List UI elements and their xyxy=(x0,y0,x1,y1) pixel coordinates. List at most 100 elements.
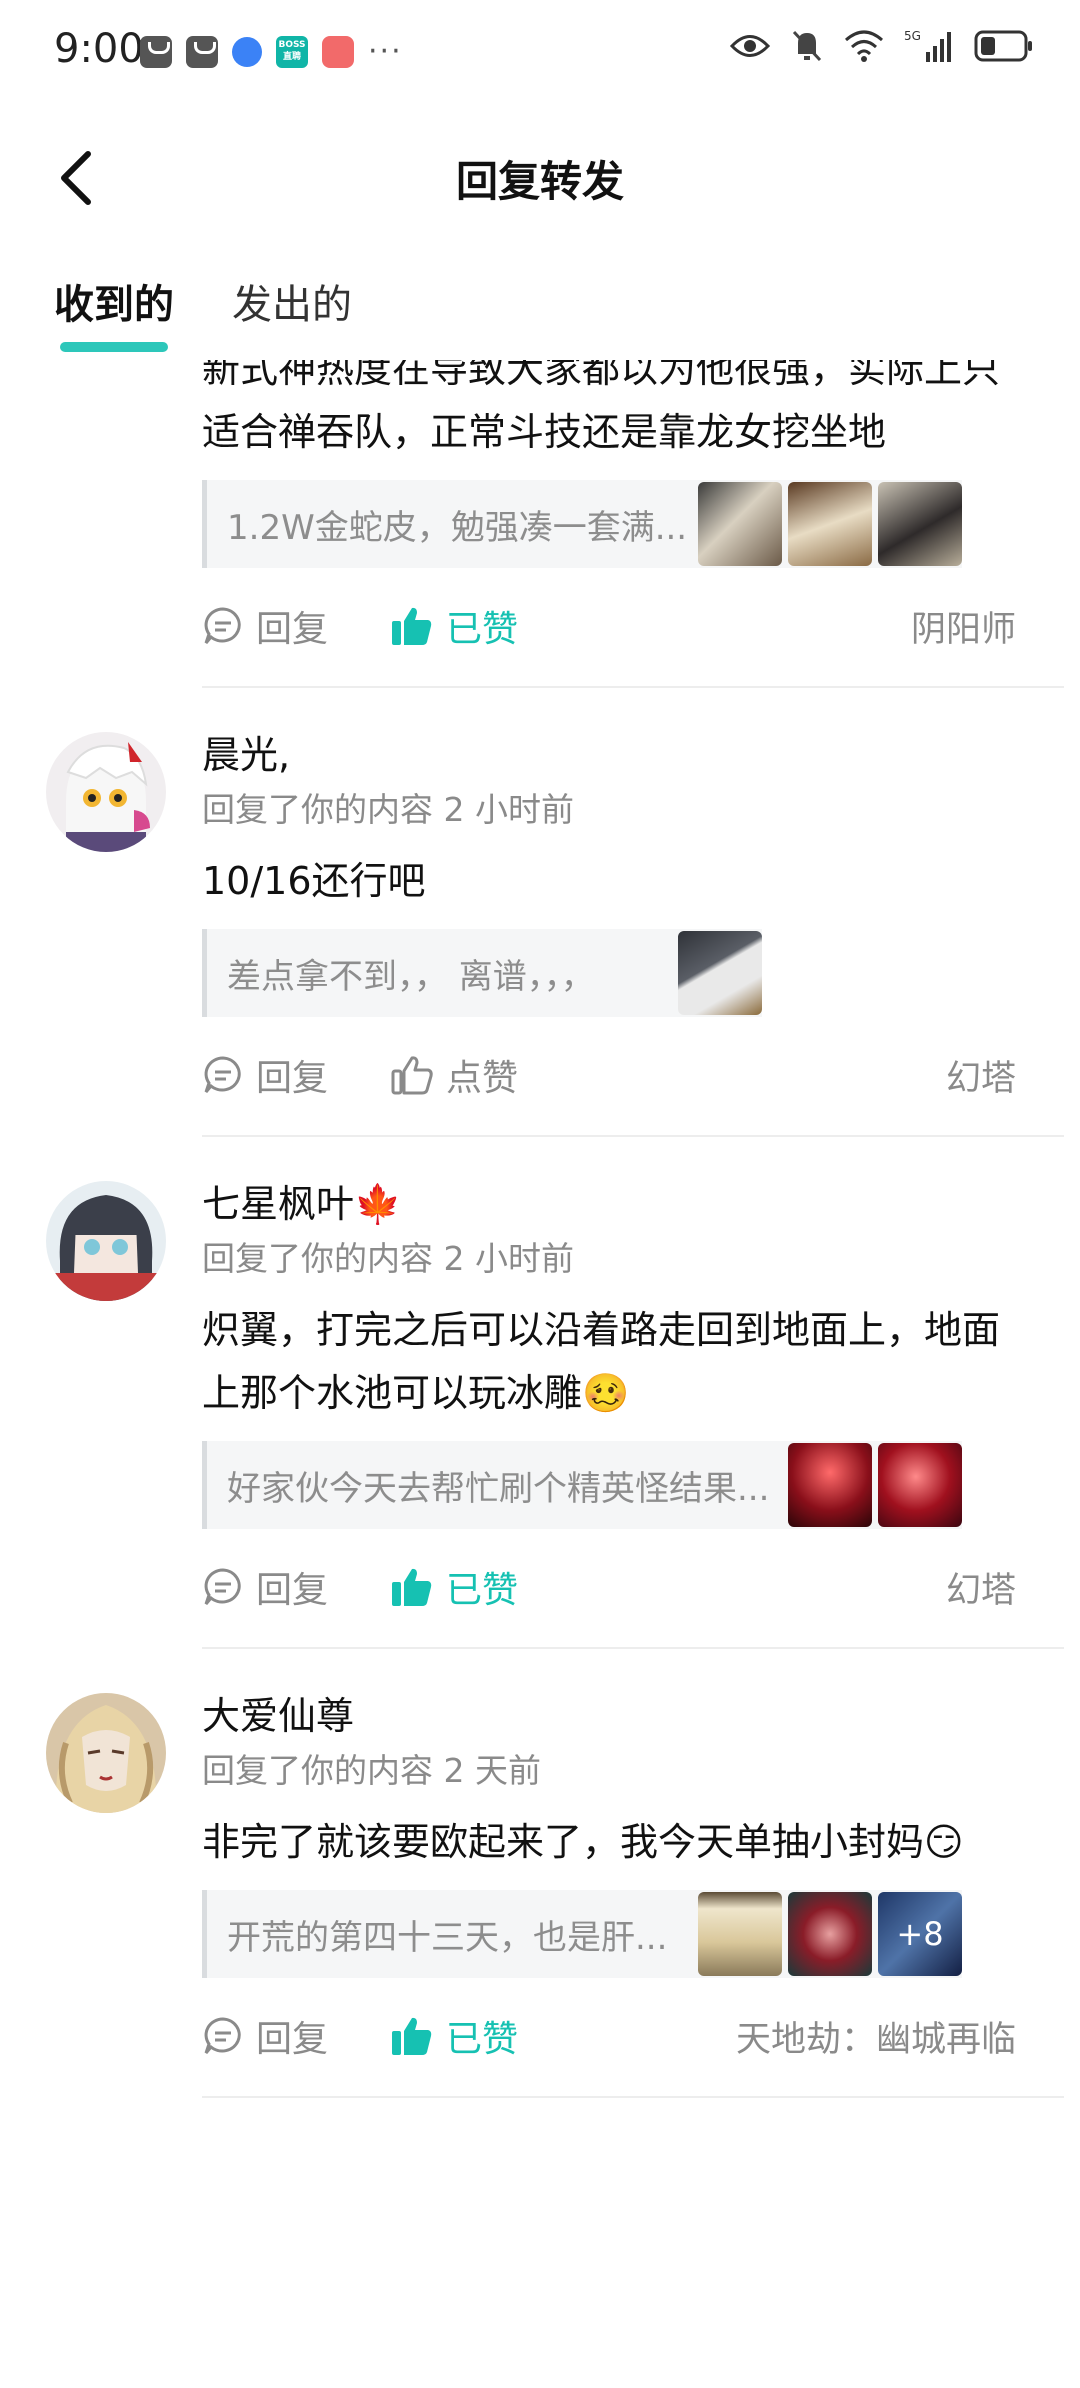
thumbnail-image xyxy=(678,931,762,1015)
username[interactable]: 大爱仙尊 xyxy=(202,1691,1022,1741)
source-tag[interactable]: 幻塔 xyxy=(946,1050,1016,1101)
avatar-image xyxy=(46,1693,166,1813)
reply-label: 回复 xyxy=(256,1058,329,1099)
quoted-post-text: 开荒的第四十三天，也是肝... xyxy=(227,1917,668,1958)
system-icons: 5G xyxy=(730,28,1034,64)
active-tab-indicator xyxy=(60,342,168,352)
like-button[interactable]: 已赞 xyxy=(390,600,518,652)
shopping-bag-icon xyxy=(186,35,218,68)
status-bar: 9:00 BOSS 直聘 ··· 5G xyxy=(0,0,1080,100)
reply-button[interactable]: 回复 xyxy=(202,600,328,652)
reply-label: 回复 xyxy=(256,609,329,650)
reply-actions: 回复 已赞 阴阳师 xyxy=(202,598,1022,654)
like-label: 已赞 xyxy=(446,2019,519,2060)
reply-comment: 非完了就该要欧起来了，我今天单抽小封妈😏 xyxy=(202,1820,964,1864)
thumbnail-image xyxy=(788,1443,872,1527)
tab-received[interactable]: 收到的 xyxy=(54,272,174,352)
thumbnail-image: +8 xyxy=(878,1892,962,1976)
quoted-post-thumbnails xyxy=(788,1443,962,1527)
shopping-app-icon xyxy=(322,35,354,68)
thumbs-up-outline-icon xyxy=(391,1056,433,1095)
reply-item[interactable]: 七星枫叶🍁 回复了你的内容 2 小时前 炽翼，打完之后可以沿着路走回到地面上，地… xyxy=(0,1137,1080,1649)
quoted-post-text: 好家伙今天去帮忙刷个精英怪结果... xyxy=(227,1468,770,1509)
reply-item[interactable]: 晨光, 回复了你的内容 2 小时前 10/16还行吧 差点拿不到，， 离谱，，，… xyxy=(0,688,1080,1137)
reply-list[interactable]: 新式神热度在导致大家都以为他很强，实际上只适合禅吞队，正常斗技还是靠龙女挖坐地 … xyxy=(0,360,1080,2388)
wifi-icon xyxy=(845,30,883,62)
thumbnail-image xyxy=(788,482,872,566)
tab-bar: 收到的 发出的 xyxy=(54,272,352,352)
quoted-post[interactable]: 开荒的第四十三天，也是肝... +8 xyxy=(202,1890,962,1978)
shopping-bag-icon xyxy=(140,35,172,68)
quoted-post-thumbnails: +8 xyxy=(698,1892,962,1976)
reply-actions: 回复 已赞 幻塔 xyxy=(202,1559,1022,1615)
source-tag[interactable]: 阴阳师 xyxy=(911,601,1016,652)
like-button[interactable]: 已赞 xyxy=(390,2010,518,2062)
quoted-post-thumbnails xyxy=(698,482,962,566)
thumbnail-image xyxy=(698,482,782,566)
reply-label: 回复 xyxy=(256,1570,329,1611)
quoted-post[interactable]: 1.2W金蛇皮，勉强凑一套满... xyxy=(202,480,962,568)
network-type-label: 5G xyxy=(904,29,921,43)
reply-meta: 回复了你的内容 2 小时前 xyxy=(202,1239,574,1278)
avatar-image xyxy=(46,732,166,852)
like-label: 已赞 xyxy=(446,609,519,650)
status-time: 9:00 xyxy=(54,26,144,72)
mute-bell-icon xyxy=(792,30,822,62)
reply-item[interactable]: 大爱仙尊 回复了你的内容 2 天前 非完了就该要欧起来了，我今天单抽小封妈😏 开… xyxy=(0,1649,1080,2098)
reply-meta: 回复了你的内容 2 小时前 xyxy=(202,790,574,829)
comment-bubble-icon xyxy=(204,2017,241,2054)
like-label: 已赞 xyxy=(446,1570,519,1611)
reply-actions: 回复 点赞 幻塔 xyxy=(202,1047,1022,1103)
tab-received-label: 收到的 xyxy=(54,282,174,328)
avatar[interactable] xyxy=(46,732,166,852)
top-bar: 回复转发 xyxy=(0,120,1080,230)
reply-button[interactable]: 回复 xyxy=(202,1561,328,1613)
reply-comment: 新式神热度在导致大家都以为他很强，实际上只适合禅吞队，正常斗技还是靠龙女挖坐地 xyxy=(202,360,1001,454)
reply-label: 回复 xyxy=(256,2019,329,2060)
thumbs-up-filled-icon xyxy=(392,2017,432,2055)
thumbs-up-filled-icon xyxy=(392,1568,432,1606)
comment-bubble-icon xyxy=(204,1056,241,1093)
eye-icon xyxy=(730,35,770,57)
more-images-count: +8 xyxy=(878,1892,962,1976)
reply-comment: 炽翼，打完之后可以沿着路走回到地面上，地面上那个水池可以玩冰雕🥴 xyxy=(202,1308,1001,1415)
thumbnail-image xyxy=(788,1892,872,1976)
avatar-image xyxy=(46,1181,166,1301)
like-button[interactable]: 已赞 xyxy=(390,1561,518,1613)
tab-sent[interactable]: 发出的 xyxy=(232,272,352,342)
comment-bubble-icon xyxy=(204,1568,241,1605)
reply-actions: 回复 已赞 天地劫：幽城再临 xyxy=(202,2008,1022,2064)
page-title: 回复转发 xyxy=(455,157,624,206)
thumbs-up-filled-icon xyxy=(392,607,432,645)
reply-comment: 10/16还行吧 xyxy=(202,859,426,903)
thumbnail-image xyxy=(878,482,962,566)
like-button[interactable]: 点赞 xyxy=(390,1049,518,1101)
quoted-post-text: 差点拿不到，， 离谱，，， xyxy=(227,956,595,997)
quoted-post-text: 1.2W金蛇皮，勉强凑一套满... xyxy=(227,507,688,548)
tab-sent-label: 发出的 xyxy=(232,282,352,328)
reply-meta: 回复了你的内容 2 天前 xyxy=(202,1751,541,1790)
browser-icon xyxy=(232,36,262,67)
thumbnail-image xyxy=(698,1892,782,1976)
notification-icons: BOSS 直聘 ··· xyxy=(140,34,403,69)
source-tag[interactable]: 天地劫：幽城再临 xyxy=(736,2011,1016,2062)
reply-item[interactable]: 新式神热度在导致大家都以为他很强，实际上只适合禅吞队，正常斗技还是靠龙女挖坐地 … xyxy=(0,360,1080,688)
username[interactable]: 晨光, xyxy=(202,730,1022,780)
quoted-post[interactable]: 差点拿不到，， 离谱，，， xyxy=(202,929,762,1017)
reply-button[interactable]: 回复 xyxy=(202,2010,328,2062)
comment-bubble-icon xyxy=(204,607,241,644)
boss-app-icon: BOSS 直聘 xyxy=(276,35,308,68)
avatar[interactable] xyxy=(46,1693,166,1813)
username[interactable]: 七星枫叶🍁 xyxy=(202,1179,1022,1229)
signal-icon: 5G xyxy=(904,29,951,62)
reply-button[interactable]: 回复 xyxy=(202,1049,328,1101)
avatar[interactable] xyxy=(46,1181,166,1301)
quoted-post[interactable]: 好家伙今天去帮忙刷个精英怪结果... xyxy=(202,1441,962,1529)
divider xyxy=(202,2096,1064,2098)
source-tag[interactable]: 幻塔 xyxy=(946,1562,1016,1613)
battery-icon xyxy=(974,30,1032,62)
reply-list-content: 新式神热度在导致大家都以为他很强，实际上只适合禅吞队，正常斗技还是靠龙女挖坐地 … xyxy=(0,360,1080,2098)
quoted-post-thumbnails xyxy=(678,931,762,1015)
thumbnail-image xyxy=(878,1443,962,1527)
more-notifications-icon: ··· xyxy=(368,34,403,69)
